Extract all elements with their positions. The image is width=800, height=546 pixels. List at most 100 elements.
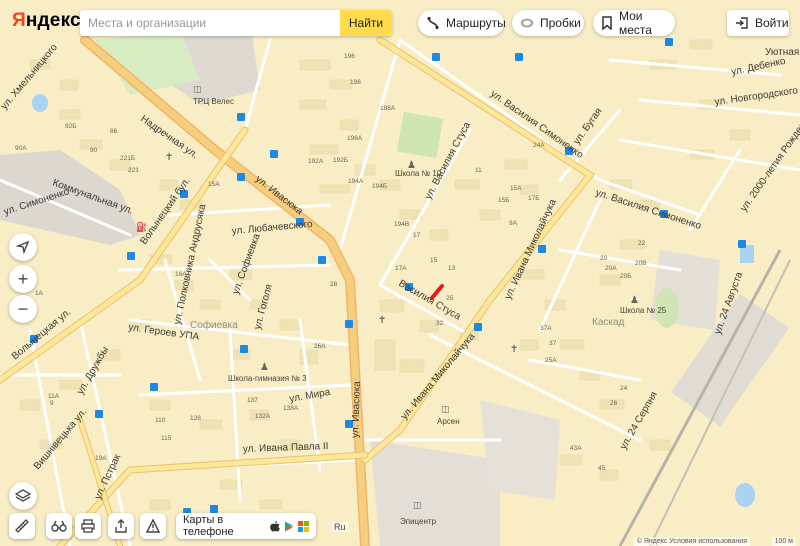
zoom-in-button[interactable]: + [9, 265, 37, 293]
svg-text:15А: 15А [208, 181, 220, 188]
svg-text:45: 45 [598, 465, 606, 472]
svg-text:25: 25 [446, 295, 454, 302]
warning-icon [146, 519, 160, 533]
plus-icon: + [17, 268, 29, 289]
my-places-button[interactable]: Мои места [593, 9, 675, 37]
svg-text:20: 20 [600, 255, 608, 262]
login-icon [735, 16, 749, 30]
geolocation-button[interactable] [9, 233, 37, 261]
routes-button[interactable]: Маршруты [418, 10, 506, 36]
store-icons [270, 520, 309, 532]
church-icon: ✝ [510, 344, 518, 355]
bookmark-icon [601, 16, 613, 30]
my-places-label: Мои места [619, 9, 652, 37]
svg-text:138А: 138А [283, 405, 299, 412]
yandex-logo[interactable]: Яндекс [12, 10, 81, 32]
apps-promo[interactable]: Карты в телефоне [176, 513, 316, 539]
svg-text:16А: 16А [175, 271, 187, 278]
pond [32, 94, 48, 112]
routes-label: Маршруты [446, 16, 506, 30]
printer-icon [81, 519, 95, 533]
svg-text:Школа № 10: Школа № 10 [395, 169, 442, 178]
shopping-bag-icon: ◫ [193, 84, 202, 94]
street-label: Уютная ул. [765, 47, 800, 58]
zoom-out-button[interactable]: − [9, 295, 37, 323]
report-button[interactable] [140, 513, 166, 539]
print-button[interactable] [75, 513, 101, 539]
svg-text:196: 196 [344, 53, 355, 60]
svg-text:192Б: 192Б [333, 157, 348, 164]
svg-text:Эпицентр: Эпицентр [400, 517, 437, 526]
layers-button[interactable] [9, 482, 37, 510]
svg-text:20В: 20В [635, 260, 647, 267]
svg-text:15: 15 [430, 257, 438, 264]
school-icon: ♟ [260, 362, 269, 373]
svg-text:11: 11 [475, 167, 482, 174]
school-field [396, 111, 444, 159]
svg-text:221: 221 [128, 167, 139, 174]
svg-text:20А: 20А [605, 265, 617, 272]
school-icon: ♟ [630, 295, 639, 306]
map-scale: 100 м [771, 537, 796, 546]
city-map[interactable]: Надречная ул. Волынецкая ул. ул. Ивасюка… [0, 0, 800, 546]
svg-text:198А: 198А [380, 105, 396, 112]
svg-text:86: 86 [110, 128, 118, 135]
svg-text:194Б: 194Б [372, 183, 387, 190]
district-label: Софиевка [190, 319, 238, 331]
svg-text:24: 24 [620, 385, 628, 392]
ruler-button[interactable] [9, 513, 35, 539]
svg-text:196А: 196А [347, 135, 363, 142]
traffic-label: Пробки [540, 16, 581, 30]
google-play-icon [285, 521, 294, 531]
search-input[interactable] [80, 10, 340, 36]
svg-text:ТРЦ Велес: ТРЦ Велес [193, 97, 234, 106]
search-bar: Найти [80, 10, 392, 36]
district-label: Каскад [592, 317, 625, 328]
apple-icon [270, 520, 280, 531]
ruler-icon [15, 519, 29, 533]
svg-text:90А: 90А [15, 145, 27, 152]
search-button[interactable]: Найти [340, 10, 392, 36]
traffic-button[interactable]: Пробки [512, 10, 584, 36]
svg-text:90: 90 [90, 147, 98, 154]
svg-text:24А: 24А [533, 142, 545, 149]
fuel-icon: ⛽ [136, 221, 147, 232]
arrow-icon [16, 240, 30, 254]
svg-text:92Б: 92Б [65, 123, 77, 130]
svg-text:22: 22 [638, 240, 646, 247]
street-label: ул. Ивасюка [350, 381, 363, 439]
svg-text:194В: 194В [394, 221, 409, 228]
panorama-button[interactable] [46, 513, 72, 539]
svg-text:110: 110 [155, 417, 166, 424]
svg-text:132А: 132А [255, 413, 271, 420]
svg-text:11А: 11А [48, 393, 60, 400]
svg-text:9А: 9А [509, 220, 518, 227]
copyright-text[interactable]: © Яндекс Условия использования [633, 537, 750, 546]
svg-text:137: 137 [247, 397, 258, 404]
svg-text:28: 28 [330, 281, 338, 288]
binoculars-icon [51, 520, 67, 532]
minus-icon: − [17, 298, 29, 319]
login-button[interactable]: Войти [727, 10, 789, 36]
svg-text:26А: 26А [314, 343, 326, 350]
svg-text:194А: 194А [348, 178, 364, 185]
pond [735, 483, 755, 507]
svg-text:115: 115 [161, 435, 172, 442]
share-button[interactable] [108, 513, 134, 539]
svg-text:20Б: 20Б [620, 273, 632, 280]
svg-text:25А: 25А [545, 357, 557, 364]
shopping-bag-icon: ◫ [441, 404, 450, 414]
layers-icon [15, 489, 31, 502]
svg-text:17А: 17А [395, 265, 407, 272]
share-icon [115, 519, 127, 533]
svg-text:19А: 19А [95, 455, 107, 462]
language-badge[interactable]: Ru [332, 522, 348, 532]
svg-text:32: 32 [436, 320, 444, 327]
svg-text:221Б: 221Б [120, 155, 135, 162]
svg-text:17: 17 [413, 232, 421, 239]
svg-text:37: 37 [549, 340, 557, 347]
svg-text:26: 26 [610, 400, 618, 407]
svg-text:13: 13 [448, 265, 456, 272]
svg-text:Школа-гимназия № 3: Школа-гимназия № 3 [228, 374, 307, 383]
traffic-icon [520, 16, 534, 30]
